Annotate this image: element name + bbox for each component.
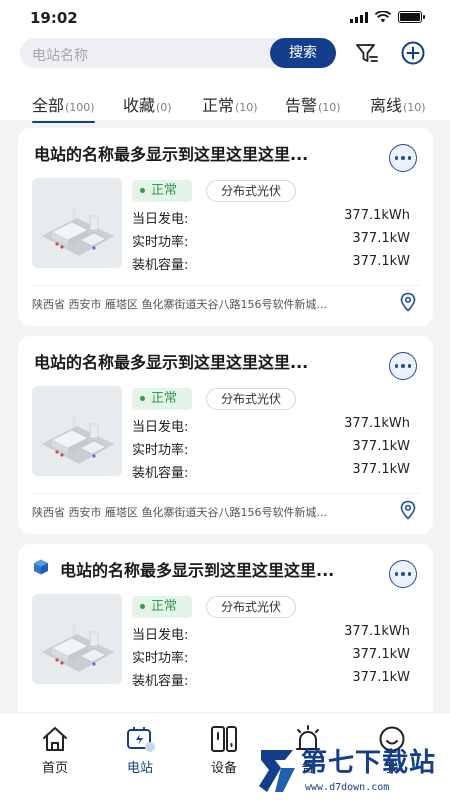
nav-label: 电站: [126, 761, 153, 776]
more-options-button[interactable]: [389, 144, 417, 172]
metric-daily-generation: 当日发电: 377.1kWh: [132, 624, 410, 643]
metric-value: 377.1kWh: [344, 416, 410, 431]
tab-count: (10): [235, 101, 258, 114]
metric-installed-capacity: 装机容量: 377.1kW: [132, 670, 410, 689]
tab-favorites[interactable]: 收藏(0): [123, 92, 172, 116]
status-dot-icon: [140, 396, 145, 401]
nav-device[interactable]: 设备: [194, 725, 254, 776]
location-pin-icon[interactable]: [399, 292, 417, 312]
metric-value: 377.1kW: [352, 254, 410, 269]
tab-count: (10): [403, 101, 426, 114]
tab-all[interactable]: 全部(100): [32, 92, 95, 123]
station-thumbnail: [32, 178, 122, 268]
metric-realtime-power: 实时功率: 377.1kW: [132, 231, 410, 250]
status-badge: 正常: [132, 180, 192, 202]
device-icon: [211, 726, 237, 752]
nav-label: 首页: [41, 761, 68, 776]
station-card[interactable]: 电站的名称最多显示到这里这里这里... 正常 分布式光伏 当日发电: 377.1…: [18, 544, 433, 712]
station-type-badge: 分布式光伏: [206, 180, 297, 202]
filter-icon[interactable]: [354, 40, 380, 66]
metric-daily-generation: 当日发电: 377.1kWh: [132, 208, 410, 227]
metric-label: 当日发电:: [132, 212, 189, 227]
station-name: 电站的名称最多显示到这里这里这里...: [34, 145, 309, 164]
battery-icon: [398, 11, 425, 23]
add-station-icon[interactable]: [400, 40, 426, 66]
station-name: 电站的名称最多显示到这里这里这里...: [34, 353, 309, 372]
metric-label: 装机容量:: [132, 466, 189, 481]
tab-label: 离线: [370, 96, 403, 115]
tab-count: (100): [65, 101, 95, 114]
metric-realtime-power: 实时功率: 377.1kW: [132, 439, 410, 458]
more-options-button[interactable]: [389, 560, 417, 588]
nav-home[interactable]: 首页: [25, 725, 85, 776]
station-thumbnail: [32, 594, 122, 684]
metric-value: 377.1kWh: [344, 624, 410, 639]
station-thumbnail: [32, 386, 122, 476]
watermark-url: www.d7down.com: [305, 782, 390, 793]
download-site-watermark: 第七下载站 www.d7down.com: [255, 742, 450, 800]
watermark-logo-icon: [259, 750, 295, 792]
status-time: 19:02: [30, 9, 78, 27]
metric-label: 装机容量:: [132, 258, 189, 273]
card-divider: [32, 285, 419, 286]
station-type-badge: 分布式光伏: [206, 388, 297, 410]
nav-label: 设备: [210, 761, 237, 776]
watermark-title: 第七下载站: [301, 748, 437, 778]
more-options-button[interactable]: [389, 352, 417, 380]
tab-label: 收藏: [123, 96, 156, 115]
status-dot-icon: [140, 604, 145, 609]
status-dot-icon: [140, 188, 145, 193]
station-icon: [127, 727, 155, 752]
header: 电站名称 搜索 全部(100) 收藏(0) 正常(10) 告警(10) 离线(1…: [0, 34, 450, 123]
metric-value: 377.1kW: [352, 647, 410, 662]
status-bar: 19:02: [0, 0, 450, 34]
station-name: 电站的名称最多显示到这里这里这里...: [60, 561, 335, 580]
station-type-badge: 分布式光伏: [206, 596, 297, 618]
metric-value: 377.1kWh: [344, 208, 410, 223]
home-icon: [43, 727, 67, 751]
metric-label: 当日发电:: [132, 628, 189, 643]
metric-daily-generation: 当日发电: 377.1kWh: [132, 416, 410, 435]
search-bar[interactable]: 电站名称 搜索: [20, 38, 336, 68]
metric-value: 377.1kW: [352, 231, 410, 246]
tab-label: 正常: [202, 96, 235, 115]
station-address: 陕西省 西安市 雁塔区 鱼化寨街道天谷八路156号软件新城...: [32, 298, 327, 311]
metric-installed-capacity: 装机容量: 377.1kW: [132, 462, 410, 481]
station-card[interactable]: 电站的名称最多显示到这里这里这里... 正常 分布式光伏 当日发电: 377.1…: [18, 336, 433, 534]
metric-value: 377.1kW: [352, 462, 410, 477]
tab-label: 告警: [285, 96, 318, 115]
status-tabs: 全部(100) 收藏(0) 正常(10) 告警(10) 离线(10): [0, 88, 450, 123]
tab-offline[interactable]: 离线(10): [370, 92, 426, 116]
metric-label: 实时功率:: [132, 651, 189, 666]
location-pin-icon[interactable]: [399, 500, 417, 520]
metric-label: 装机容量:: [132, 674, 189, 689]
station-cube-icon: [34, 559, 48, 575]
metric-label: 实时功率:: [132, 443, 189, 458]
tab-count: (10): [318, 101, 341, 114]
search-input[interactable]: 电站名称: [32, 45, 88, 65]
metric-installed-capacity: 装机容量: 377.1kW: [132, 254, 410, 273]
metric-label: 实时功率:: [132, 235, 189, 250]
status-icons: [350, 11, 425, 23]
metric-value: 377.1kW: [352, 439, 410, 454]
station-address: 陕西省 西安市 雁塔区 鱼化寨街道天谷八路156号软件新城...: [32, 506, 327, 519]
tab-alarm[interactable]: 告警(10): [285, 92, 341, 116]
tab-label: 全部: [32, 96, 65, 115]
tab-count: (0): [156, 101, 172, 114]
tab-normal[interactable]: 正常(10): [202, 92, 258, 116]
metric-label: 当日发电:: [132, 420, 189, 435]
cellular-signal-icon: [350, 11, 368, 23]
status-badge: 正常: [132, 388, 192, 410]
card-divider: [32, 493, 419, 494]
metric-realtime-power: 实时功率: 377.1kW: [132, 647, 410, 666]
metric-value: 377.1kW: [352, 670, 410, 685]
station-card[interactable]: 电站的名称最多显示到这里这里这里... 正常 分布式光伏 当日发电: 377.1…: [18, 128, 433, 326]
search-button[interactable]: 搜索: [270, 38, 336, 68]
wifi-icon: [375, 11, 391, 23]
station-list[interactable]: 电站的名称最多显示到这里这里这里... 正常 分布式光伏 当日发电: 377.1…: [0, 120, 450, 712]
nav-station[interactable]: 电站: [110, 725, 170, 776]
status-badge: 正常: [132, 596, 192, 618]
